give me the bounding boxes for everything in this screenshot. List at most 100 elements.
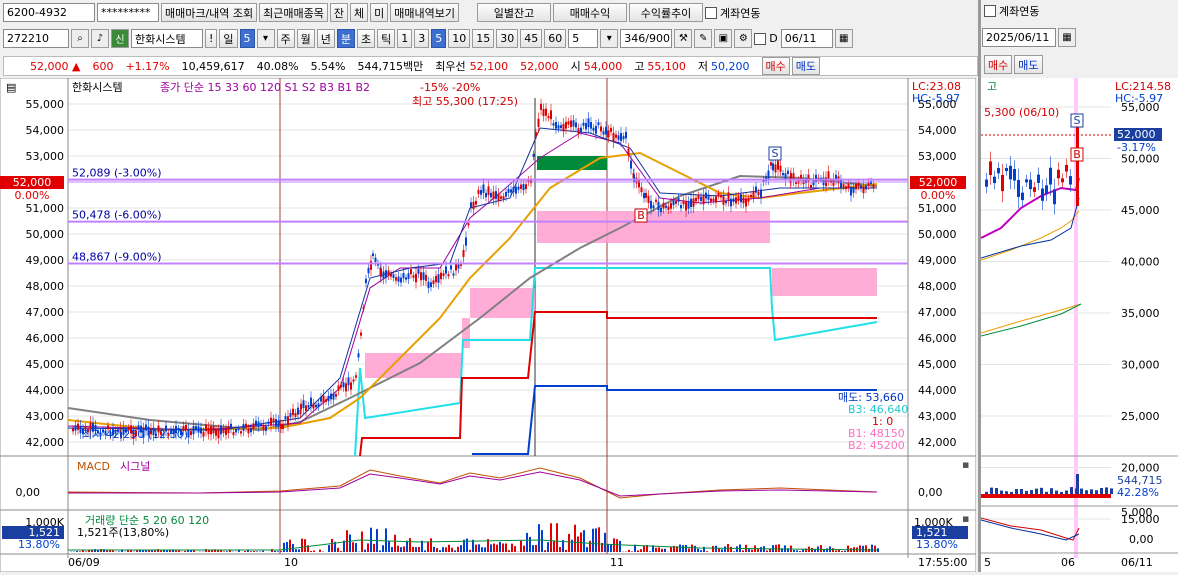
right-volume-bar: [1055, 491, 1058, 494]
link-checkbox[interactable]: [705, 7, 717, 19]
candle-body: [290, 413, 292, 417]
draw-icon[interactable]: ✎: [694, 29, 712, 48]
interval-3[interactable]: 3: [414, 29, 429, 48]
legend-pct: -15% -20%: [420, 81, 480, 94]
dropdown-icon[interactable]: ▾: [257, 29, 275, 48]
sound-icon[interactable]: ♪: [91, 29, 109, 48]
password-input[interactable]: *********: [97, 3, 159, 22]
candle-body: [285, 416, 287, 419]
interval-1[interactable]: 1: [397, 29, 412, 48]
date-checkbox[interactable]: [754, 33, 766, 45]
candle-body: [388, 270, 390, 275]
candle-body: [658, 202, 660, 211]
interval-45[interactable]: 45: [520, 29, 542, 48]
volume-bar: [361, 531, 363, 552]
price-tick-right: 45,000: [918, 358, 957, 371]
candle-body: [235, 429, 237, 432]
date-input[interactable]: 06/11: [781, 29, 833, 48]
volume-bar: [484, 547, 486, 552]
calendar-icon[interactable]: ▦: [835, 29, 853, 48]
candle-body: [468, 223, 470, 225]
pink-band: [537, 211, 770, 243]
unit-year[interactable]: 년: [317, 29, 335, 48]
unit-month[interactable]: 월: [297, 29, 315, 48]
right-chart[interactable]: 고 LC:214.58 HC:-5.97 5,300 (06/10) 52,00…: [981, 78, 1178, 572]
candle-body: [718, 193, 720, 196]
unit-second[interactable]: 초: [357, 29, 375, 48]
filled-button[interactable]: 체: [350, 3, 368, 22]
right-link-checkbox[interactable]: [984, 5, 996, 17]
close-panel-icon[interactable]: ▪: [962, 512, 969, 525]
trade-mark-button[interactable]: 매매마크/내역 조회: [161, 3, 257, 22]
price-tick-right: 53,000: [918, 150, 957, 163]
volume-bar: [595, 528, 597, 552]
close-panel-icon[interactable]: ▪: [962, 458, 969, 471]
volume-bar: [577, 536, 579, 552]
volume-bar: [664, 549, 666, 552]
candle-body: [453, 273, 455, 275]
sell-button[interactable]: 매도: [792, 57, 820, 75]
candle-body: [355, 375, 357, 377]
interval-15[interactable]: 15: [472, 29, 494, 48]
candle-body: [260, 423, 262, 425]
unit-minute[interactable]: 분: [337, 29, 355, 48]
volume-bar: [490, 544, 492, 552]
interval-5[interactable]: 5: [431, 29, 446, 48]
stock-code-input[interactable]: 272210: [3, 29, 69, 48]
volume-bar: [493, 544, 495, 552]
calendar-icon[interactable]: ▦: [1058, 28, 1076, 47]
low-price: 50,200: [711, 60, 750, 73]
candle-body: [348, 377, 350, 385]
trade-history-button[interactable]: 매매내역보기: [390, 3, 459, 22]
interval-10[interactable]: 10: [448, 29, 470, 48]
buy-button[interactable]: 매수: [762, 57, 790, 75]
right-sell-button[interactable]: 매도: [1014, 55, 1042, 74]
volume-bar: [406, 541, 408, 552]
volume-bar: [751, 550, 753, 552]
chart-settings-icon[interactable]: ▤: [6, 81, 16, 94]
profit-trend-button[interactable]: 수익률추이: [629, 3, 703, 22]
right-buy-button[interactable]: 매수: [984, 55, 1012, 74]
right-volume-bar: [1105, 487, 1108, 494]
dropdown-icon[interactable]: ▾: [600, 29, 618, 48]
right-vol-tick-1: 0,00: [1129, 533, 1154, 546]
gear-icon[interactable]: ⚙: [734, 29, 752, 48]
candle-body: [473, 202, 475, 209]
candle-body: [660, 208, 662, 212]
candle-body: [198, 426, 200, 432]
period-day-button[interactable]: 일: [219, 29, 237, 48]
right-volume-bar: [1076, 474, 1079, 494]
period-5-button[interactable]: 5: [240, 29, 255, 48]
volume-bar: [586, 547, 588, 552]
price-tick: 48,000: [26, 280, 65, 293]
interval-60[interactable]: 60: [544, 29, 566, 48]
main-chart[interactable]: 52,089 (-3.00%)50,478 (-6.00%)48,867 (-9…: [0, 78, 976, 572]
candle-body: [220, 425, 222, 434]
right-volume-bar: [1100, 488, 1103, 494]
candle-body: [478, 190, 480, 194]
interval-input[interactable]: 5: [568, 29, 598, 48]
search-icon[interactable]: ⌕: [71, 29, 89, 48]
candle-body: [475, 201, 477, 205]
recent-trade-button[interactable]: 최근매매종목: [259, 3, 328, 22]
interval-30[interactable]: 30: [496, 29, 518, 48]
right-candle-body: [1053, 189, 1056, 204]
save-icon[interactable]: ▣: [714, 29, 732, 48]
volume-bar: [112, 551, 114, 552]
tools-icon[interactable]: ⚒: [674, 29, 692, 48]
trade-profit-button[interactable]: 매매수익: [553, 3, 627, 22]
unit-tick[interactable]: 틱: [377, 29, 395, 48]
candle-body: [208, 427, 210, 434]
volume-bar: [826, 548, 828, 552]
unit-week[interactable]: 주: [277, 29, 295, 48]
daily-balance-button[interactable]: 일별잔고: [477, 3, 551, 22]
account-select[interactable]: 6200-4932: [3, 3, 95, 22]
balance-button[interactable]: 잔: [330, 3, 348, 22]
volume-bar: [400, 547, 402, 552]
right-date-input[interactable]: 2025/06/11: [982, 28, 1056, 47]
volume-bar: [541, 530, 543, 552]
unfilled-button[interactable]: 미: [370, 3, 388, 22]
volume-bar: [529, 537, 531, 552]
price-tick: 44,000: [26, 384, 65, 397]
alert-button[interactable]: !: [205, 29, 217, 48]
